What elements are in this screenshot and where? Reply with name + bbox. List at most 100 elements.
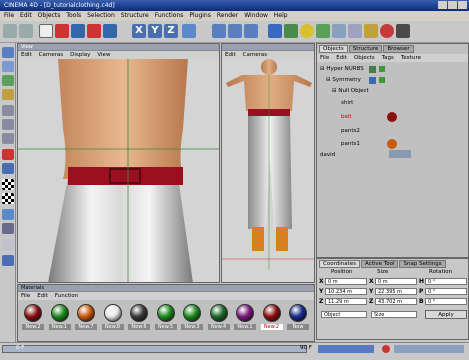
workplane-icon[interactable] [2,223,14,234]
object-row-shirt[interactable]: shirt [341,100,353,106]
back-viewport[interactable]: Edit Cameras [221,43,315,283]
viewport-menu-view[interactable]: View [97,52,110,58]
size-y-field[interactable]: 22.395 m [375,288,417,295]
axis-mode-icon[interactable] [2,89,14,100]
material-swatch[interactable]: New.3 [181,303,203,337]
z-axis-lock-icon[interactable]: Z [164,24,178,38]
viewport-menu-cameras[interactable]: Cameras [39,52,63,58]
material-swatch[interactable]: New.8 [101,303,124,337]
size-mode-select[interactable]: Size [371,311,417,318]
checkmark-icon[interactable] [379,66,385,72]
apply-button[interactable]: Apply [425,310,467,319]
redo-icon[interactable] [19,24,33,38]
record-icon[interactable] [382,345,390,353]
menu-objects[interactable]: Objects [38,12,61,20]
tab-active-tool[interactable]: Active Tool [361,260,399,268]
david-tags-icon[interactable] [389,150,411,158]
live-selection-icon[interactable] [103,24,117,38]
coordinate-system-icon[interactable] [182,24,196,38]
belt-material-tag-icon[interactable] [387,112,397,122]
menu-render[interactable]: Render [217,12,238,20]
material-swatch[interactable]: New.5 [154,303,177,337]
checkerboard-icon[interactable] [2,179,14,190]
size-x-field[interactable]: 0 m [375,278,417,285]
viewport-menu-edit[interactable]: Edit [21,52,32,58]
nurbs-tag-icon[interactable] [369,66,376,73]
scene-icon[interactable] [396,24,410,38]
menu-functions[interactable]: Functions [155,12,184,20]
environment-icon[interactable] [348,24,362,38]
magnet-icon[interactable] [2,149,14,160]
menu-tools[interactable]: Tools [66,12,81,20]
tab-snap-settings[interactable]: Snap Settings [399,260,446,268]
scale-icon[interactable] [71,24,85,38]
close-button[interactable] [458,1,467,9]
om-menu-texture[interactable]: Texture [401,55,421,61]
object-row-symmetry[interactable]: ⊟ Symmetry [326,77,361,83]
y-axis-lock-icon[interactable]: Y [148,24,162,38]
mat-menu-file[interactable]: File [21,293,30,299]
menu-window[interactable]: Window [244,12,268,20]
rotate-icon[interactable] [87,24,101,38]
deformer-icon[interactable] [316,24,330,38]
camera-icon[interactable] [380,24,394,38]
render-picture-viewer-icon[interactable] [228,24,242,38]
keyframe-tools[interactable] [394,345,464,353]
material-swatch[interactable]: New.6 [128,303,150,337]
mat-menu-function[interactable]: Function [55,293,78,299]
checkmark-icon[interactable] [379,77,385,83]
material-swatch[interactable]: New.2 [260,303,283,337]
material-swatch[interactable]: New.7 [75,303,97,337]
move-icon[interactable] [55,24,69,38]
maximize-button[interactable] [448,1,457,9]
viewport-2-menu-edit[interactable]: Edit [225,52,236,58]
material-swatch[interactable]: New.4 [207,303,230,337]
tab-objects[interactable]: Objects [319,45,348,53]
symmetry-tag-icon[interactable] [369,77,376,84]
undo-icon[interactable] [3,24,17,38]
render-view-icon[interactable] [212,24,226,38]
menu-structure[interactable]: Structure [121,12,149,20]
viewport-menu-display[interactable]: Display [70,52,90,58]
material-swatch[interactable]: New.1 [48,303,71,337]
light-icon[interactable] [364,24,378,38]
object-row-null-object[interactable]: ⊟ Null Object [332,88,369,94]
knife-icon[interactable] [2,163,14,174]
om-menu-tags[interactable]: Tags [382,55,394,61]
edges-mode-icon[interactable] [2,119,14,130]
object-mode-icon[interactable] [2,61,14,72]
menu-help[interactable]: Help [274,12,288,20]
texture-preview-icon[interactable] [2,193,14,204]
playback-controls[interactable] [318,345,374,353]
menu-file[interactable]: File [4,12,14,20]
om-menu-edit[interactable]: Edit [336,55,347,61]
select-arrow-icon[interactable] [39,24,53,38]
object-row-pants1[interactable]: pants1 [341,141,360,147]
coordinate-mode-select[interactable]: Object [321,311,367,318]
material-swatch[interactable]: New [287,303,309,337]
rotation-p-field[interactable]: 0 ° [425,288,467,295]
minimize-button[interactable] [438,1,447,9]
bodypaint-icon[interactable] [2,255,14,266]
menu-selection[interactable]: Selection [87,12,115,20]
cube-primitive-icon[interactable] [268,24,282,38]
spline-icon[interactable] [300,24,314,38]
mat-menu-edit[interactable]: Edit [37,293,48,299]
layout-icon[interactable] [2,239,14,250]
material-swatch[interactable]: New.1 [234,303,256,337]
rotation-h-field[interactable]: 0 ° [425,278,467,285]
menu-plugins[interactable]: Plugins [189,12,211,20]
pants-material-tag-icon[interactable] [387,139,397,149]
nurbs-icon[interactable] [284,24,298,38]
position-z-field[interactable]: 11.29 m [325,298,367,305]
menu-edit[interactable]: Edit [20,12,32,20]
render-settings-icon[interactable] [244,24,258,38]
tab-coordinates[interactable]: Coordinates [319,260,361,268]
polygons-mode-icon[interactable] [2,133,14,144]
object-row-pants2[interactable]: pants2 [341,128,360,134]
rotation-b-field[interactable]: 0 ° [425,298,467,305]
texture-mode-icon[interactable] [2,75,14,86]
viewport-2-menu-cameras[interactable]: Cameras [243,52,267,58]
object-row-david[interactable]: david [320,152,335,158]
front-viewport[interactable]: View Edit Cameras Display View [17,43,220,283]
